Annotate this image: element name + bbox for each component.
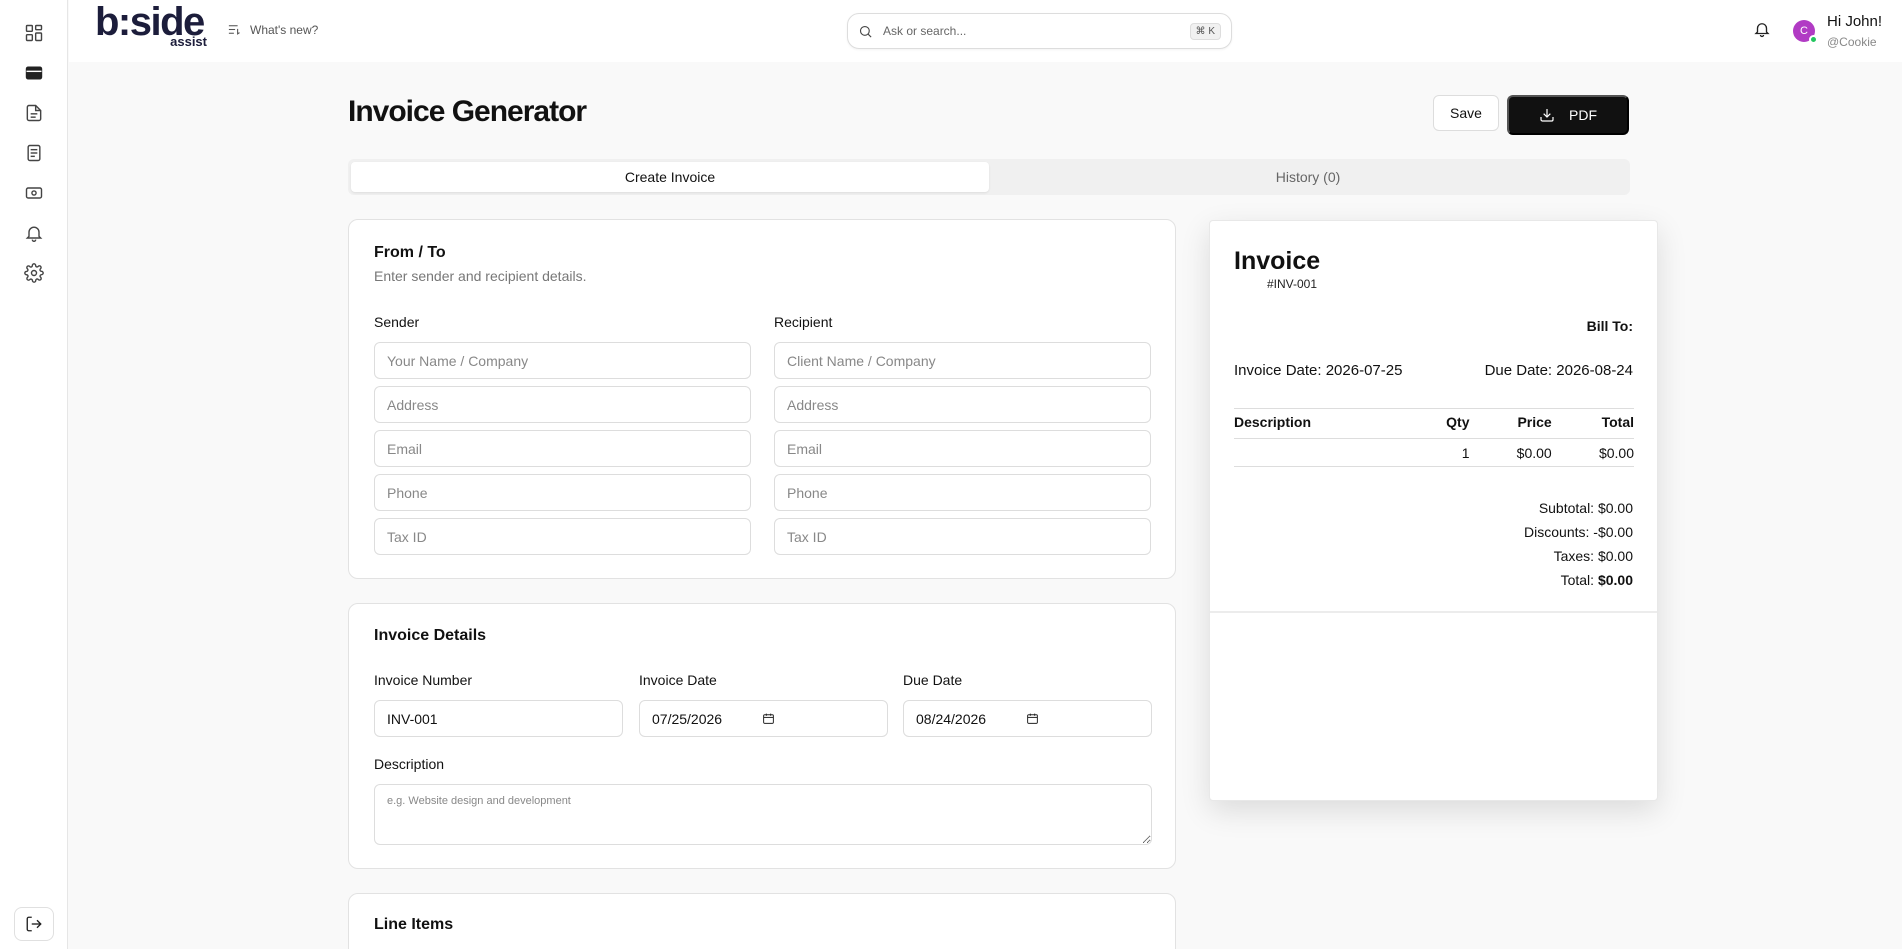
- sender-name-field[interactable]: [374, 342, 751, 379]
- column-header: Description: [1234, 408, 1415, 439]
- save-button[interactable]: Save: [1433, 95, 1499, 131]
- invoice-preview: Invoice #INV-001 Bill To: Invoice Date: …: [1209, 220, 1658, 801]
- table-header-row: Description Qty Price Total: [1234, 408, 1634, 439]
- recipient-label: Recipient: [774, 314, 833, 330]
- recipient-phone-field[interactable]: [774, 474, 1151, 511]
- pdf-label: PDF: [1569, 107, 1597, 123]
- logout-button[interactable]: [14, 907, 54, 941]
- preview-subtotal: Subtotal: $0.00: [1538, 500, 1633, 516]
- from-to-title: From / To: [374, 244, 446, 261]
- line-items-title: Line Items: [374, 916, 454, 933]
- download-icon: [1540, 109, 1554, 122]
- recipient-name-field[interactable]: [774, 342, 1151, 379]
- list-icon: [228, 25, 240, 35]
- whats-new-label: What's new?: [250, 22, 319, 37]
- invoice-number-field[interactable]: [374, 700, 623, 737]
- table-cell: [1234, 438, 1415, 467]
- preview-invoice-number: #INV-001: [1267, 277, 1318, 291]
- recipient-address-field[interactable]: [774, 386, 1151, 423]
- search-icon: [859, 25, 872, 38]
- sender-email-field[interactable]: [374, 430, 751, 467]
- card-icon[interactable]: [22, 61, 46, 85]
- description-field[interactable]: [374, 784, 1152, 845]
- notifications-button[interactable]: [1753, 20, 1773, 40]
- logo-sub: assist: [170, 34, 207, 49]
- column-header: Price: [1469, 408, 1552, 439]
- sender-label: Sender: [374, 314, 420, 330]
- table-cell: $0.00: [1469, 438, 1552, 467]
- tab-create-invoice[interactable]: Create Invoice: [351, 162, 989, 192]
- due-date-label: Due Date: [903, 672, 963, 688]
- top-bar: b:side assist What's new? Ask or search.…: [69, 0, 1902, 62]
- search-placeholder: Ask or search...: [883, 24, 967, 38]
- sender-address-field[interactable]: [374, 386, 751, 423]
- notes-icon[interactable]: [22, 141, 46, 165]
- calendar-icon[interactable]: [762, 712, 775, 725]
- preview-total-label: Total:: [1560, 572, 1595, 588]
- logout-icon: [26, 916, 42, 932]
- due-date-field[interactable]: 08/24/2026: [903, 700, 1152, 737]
- preview-taxes: Taxes: $0.00: [1553, 548, 1633, 564]
- recipient-tax-id-field[interactable]: [774, 518, 1151, 555]
- from-to-subtitle: Enter sender and recipient details.: [374, 268, 587, 284]
- table-cell: 1: [1414, 438, 1470, 467]
- preview-line-items-table: Description Qty Price Total 1 $0.00 $0.0…: [1234, 408, 1634, 467]
- preview-total: Total: $0.00: [1524, 568, 1633, 592]
- table-cell: $0.00: [1551, 438, 1634, 467]
- preview-total-value: $0.00: [1597, 572, 1633, 588]
- invoice-date-value: 07/25/2026: [652, 710, 723, 727]
- tabs: Create Invoice History (0): [348, 159, 1630, 195]
- bell-icon: [1754, 23, 1770, 38]
- document-icon[interactable]: [22, 101, 46, 125]
- online-status-dot: [1809, 35, 1818, 44]
- avatar-initial: C: [1800, 25, 1808, 37]
- pdf-button[interactable]: PDF: [1507, 95, 1629, 135]
- recipient-email-field[interactable]: [774, 430, 1151, 467]
- logo[interactable]: b:side assist: [95, 2, 207, 50]
- preview-divider: [1210, 611, 1657, 613]
- invoice-date-label: Invoice Date: [639, 672, 717, 688]
- calendar-icon[interactable]: [1026, 712, 1039, 725]
- user-greeting: Hi John!: [1827, 13, 1883, 30]
- invoice-date-field[interactable]: 07/25/2026: [639, 700, 888, 737]
- column-header: Qty: [1414, 408, 1470, 439]
- sender-phone-field[interactable]: [374, 474, 751, 511]
- avatar[interactable]: C: [1793, 20, 1818, 44]
- dashboard-icon[interactable]: [22, 21, 46, 45]
- description-label: Description: [374, 756, 445, 772]
- gear-icon[interactable]: [22, 261, 46, 285]
- bell-icon[interactable]: [22, 221, 46, 245]
- invoice-details-title: Invoice Details: [374, 627, 487, 644]
- tab-history[interactable]: History (0): [989, 162, 1627, 192]
- page-title: Invoice Generator: [348, 95, 587, 128]
- preview-totals: Subtotal: $0.00 Discounts: -$0.00 Taxes:…: [1524, 496, 1633, 592]
- sidebar: [0, 0, 68, 949]
- preview-due-date: Due Date: 2026-08-24: [1484, 362, 1633, 379]
- from-to-card: From / To Enter sender and recipient det…: [348, 219, 1176, 579]
- column-header: Total: [1551, 408, 1634, 439]
- search-bar[interactable]: Ask or search... ⌘ K: [847, 13, 1232, 49]
- whats-new-button[interactable]: What's new?: [227, 22, 318, 37]
- preview-invoice-date: Invoice Date: 2026-07-25: [1234, 362, 1403, 379]
- user-handle: @Cookie: [1827, 35, 1877, 49]
- money-icon[interactable]: [22, 181, 46, 205]
- sender-tax-id-field[interactable]: [374, 518, 751, 555]
- line-items-card: Line Items: [348, 893, 1176, 949]
- invoice-details-card: Invoice Details Invoice Number Invoice D…: [348, 603, 1176, 869]
- invoice-number-label: Invoice Number: [374, 672, 473, 688]
- table-row: 1 $0.00 $0.00: [1234, 438, 1634, 467]
- preview-discounts: Discounts: -$0.00: [1524, 524, 1633, 540]
- preview-title: Invoice: [1234, 247, 1321, 275]
- preview-bill-to: Bill To:: [1586, 318, 1633, 334]
- due-date-value: 08/24/2026: [916, 710, 987, 727]
- search-shortcut: ⌘ K: [1189, 22, 1221, 40]
